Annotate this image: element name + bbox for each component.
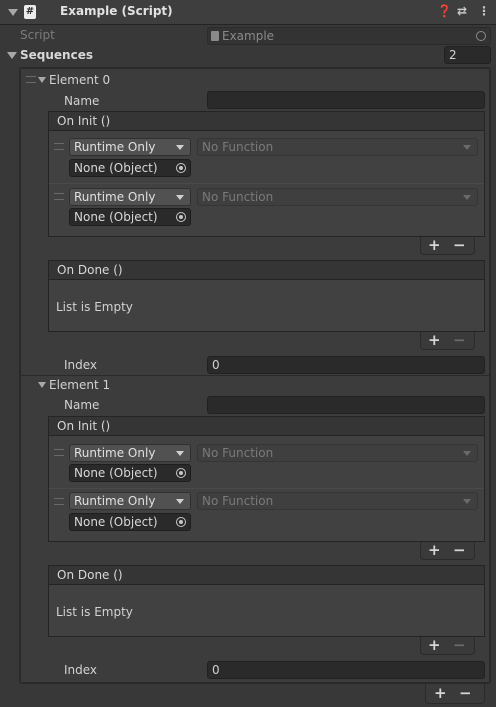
element-1-index-label: Index bbox=[64, 663, 98, 677]
function-dropdown[interactable]: No Function bbox=[197, 138, 478, 156]
chevron-down-icon bbox=[463, 451, 471, 456]
chevron-down-icon bbox=[463, 499, 471, 504]
element-0-name-field[interactable] bbox=[207, 91, 485, 109]
object-field[interactable]: None (Object) bbox=[69, 208, 191, 226]
more-vertical-icon[interactable]: ⋮ bbox=[478, 4, 490, 18]
chevron-down-icon bbox=[176, 145, 184, 150]
runtime-mode-dropdown[interactable]: Runtime Only bbox=[69, 444, 191, 462]
element-1-name-label: Name bbox=[64, 398, 100, 412]
component-title: Example (Script) bbox=[60, 4, 173, 18]
function-value: No Function bbox=[202, 140, 274, 154]
runtime-mode-dropdown[interactable]: Runtime Only bbox=[69, 138, 191, 156]
drag-handle-icon[interactable] bbox=[54, 449, 64, 456]
object-picker-icon[interactable] bbox=[176, 468, 186, 478]
function-dropdown[interactable]: No Function bbox=[197, 492, 478, 510]
listener-divider bbox=[49, 488, 484, 489]
element-1-on-init-header: On Init () bbox=[48, 416, 485, 436]
element-0-on-done-header: On Done () bbox=[48, 260, 485, 280]
object-value: None (Object) bbox=[74, 210, 158, 224]
runtime-mode-value: Runtime Only bbox=[74, 446, 156, 460]
object-picker-icon[interactable] bbox=[176, 212, 186, 222]
remove-listener-button[interactable]: − bbox=[453, 543, 466, 558]
element-0-label[interactable]: Element 0 bbox=[49, 73, 110, 87]
add-listener-button[interactable]: + bbox=[428, 543, 441, 558]
remove-element-button[interactable]: − bbox=[459, 686, 472, 701]
help-icon[interactable]: ❓ bbox=[437, 4, 452, 18]
element-0-on-init-header: On Init () bbox=[48, 111, 485, 131]
drag-handle-icon[interactable] bbox=[54, 193, 64, 200]
object-picker-icon bbox=[476, 31, 486, 41]
element-1-label[interactable]: Element 1 bbox=[49, 378, 110, 392]
foldout-arrow-icon[interactable] bbox=[8, 9, 18, 16]
function-value: No Function bbox=[202, 190, 274, 204]
element-0-index-label: Index bbox=[64, 358, 98, 372]
element-1-foldout-icon[interactable] bbox=[38, 382, 46, 388]
add-element-button[interactable]: + bbox=[434, 686, 447, 701]
remove-listener-button[interactable]: − bbox=[453, 238, 466, 253]
element-0-foldout-icon[interactable] bbox=[38, 77, 46, 83]
script-file-icon bbox=[211, 31, 219, 41]
function-dropdown[interactable]: No Function bbox=[197, 188, 478, 206]
function-value: No Function bbox=[202, 494, 274, 508]
object-value: None (Object) bbox=[74, 466, 158, 480]
element-0-index-field[interactable]: 0 bbox=[207, 356, 485, 374]
remove-listener-button: − bbox=[453, 636, 466, 654]
sequences-size-field[interactable]: 2 bbox=[444, 46, 491, 64]
object-field[interactable]: None (Object) bbox=[69, 464, 191, 482]
script-icon: # bbox=[24, 5, 36, 19]
runtime-mode-dropdown[interactable]: Runtime Only bbox=[69, 188, 191, 206]
chevron-down-icon bbox=[176, 499, 184, 504]
sequences-foldout-icon[interactable] bbox=[7, 52, 17, 59]
object-picker-icon[interactable] bbox=[176, 163, 186, 173]
chevron-down-icon bbox=[463, 145, 471, 150]
add-listener-button[interactable]: + bbox=[428, 238, 441, 253]
object-field[interactable]: None (Object) bbox=[69, 159, 191, 177]
element-0-name-label: Name bbox=[64, 94, 100, 108]
function-value: No Function bbox=[202, 446, 274, 460]
element-1-index-field[interactable]: 0 bbox=[207, 661, 485, 679]
runtime-mode-value: Runtime Only bbox=[74, 494, 156, 508]
list-empty-text: List is Empty bbox=[56, 300, 133, 314]
chevron-down-icon bbox=[463, 195, 471, 200]
chevron-down-icon bbox=[176, 451, 184, 456]
runtime-mode-value: Runtime Only bbox=[74, 140, 156, 154]
drag-handle-icon[interactable] bbox=[54, 143, 64, 150]
drag-handle-icon[interactable] bbox=[54, 498, 64, 505]
object-value: None (Object) bbox=[74, 515, 158, 529]
script-value: Example bbox=[222, 29, 275, 43]
element-1-name-field[interactable] bbox=[207, 396, 485, 414]
runtime-mode-dropdown[interactable]: Runtime Only bbox=[69, 492, 191, 510]
runtime-mode-value: Runtime Only bbox=[74, 190, 156, 204]
add-listener-button[interactable]: + bbox=[428, 333, 441, 348]
sequences-label[interactable]: Sequences bbox=[20, 48, 93, 62]
object-picker-icon[interactable] bbox=[176, 517, 186, 527]
listener-divider bbox=[49, 183, 484, 184]
chevron-down-icon bbox=[176, 195, 184, 200]
add-listener-button[interactable]: + bbox=[428, 638, 441, 653]
settings-sliders-icon[interactable]: ⇄ bbox=[457, 4, 467, 18]
object-field[interactable]: None (Object) bbox=[69, 513, 191, 531]
element-1-on-done-header: On Done () bbox=[48, 565, 485, 585]
remove-listener-button: − bbox=[453, 331, 466, 349]
drag-handle-icon[interactable] bbox=[26, 76, 36, 83]
script-label: Script bbox=[20, 28, 55, 42]
object-value: None (Object) bbox=[74, 161, 158, 175]
list-empty-text: List is Empty bbox=[56, 605, 133, 619]
component-header[interactable]: # Example (Script) ❓ ⇄ ⋮ bbox=[0, 0, 496, 25]
function-dropdown[interactable]: No Function bbox=[197, 444, 478, 462]
script-field: Example bbox=[207, 27, 491, 45]
